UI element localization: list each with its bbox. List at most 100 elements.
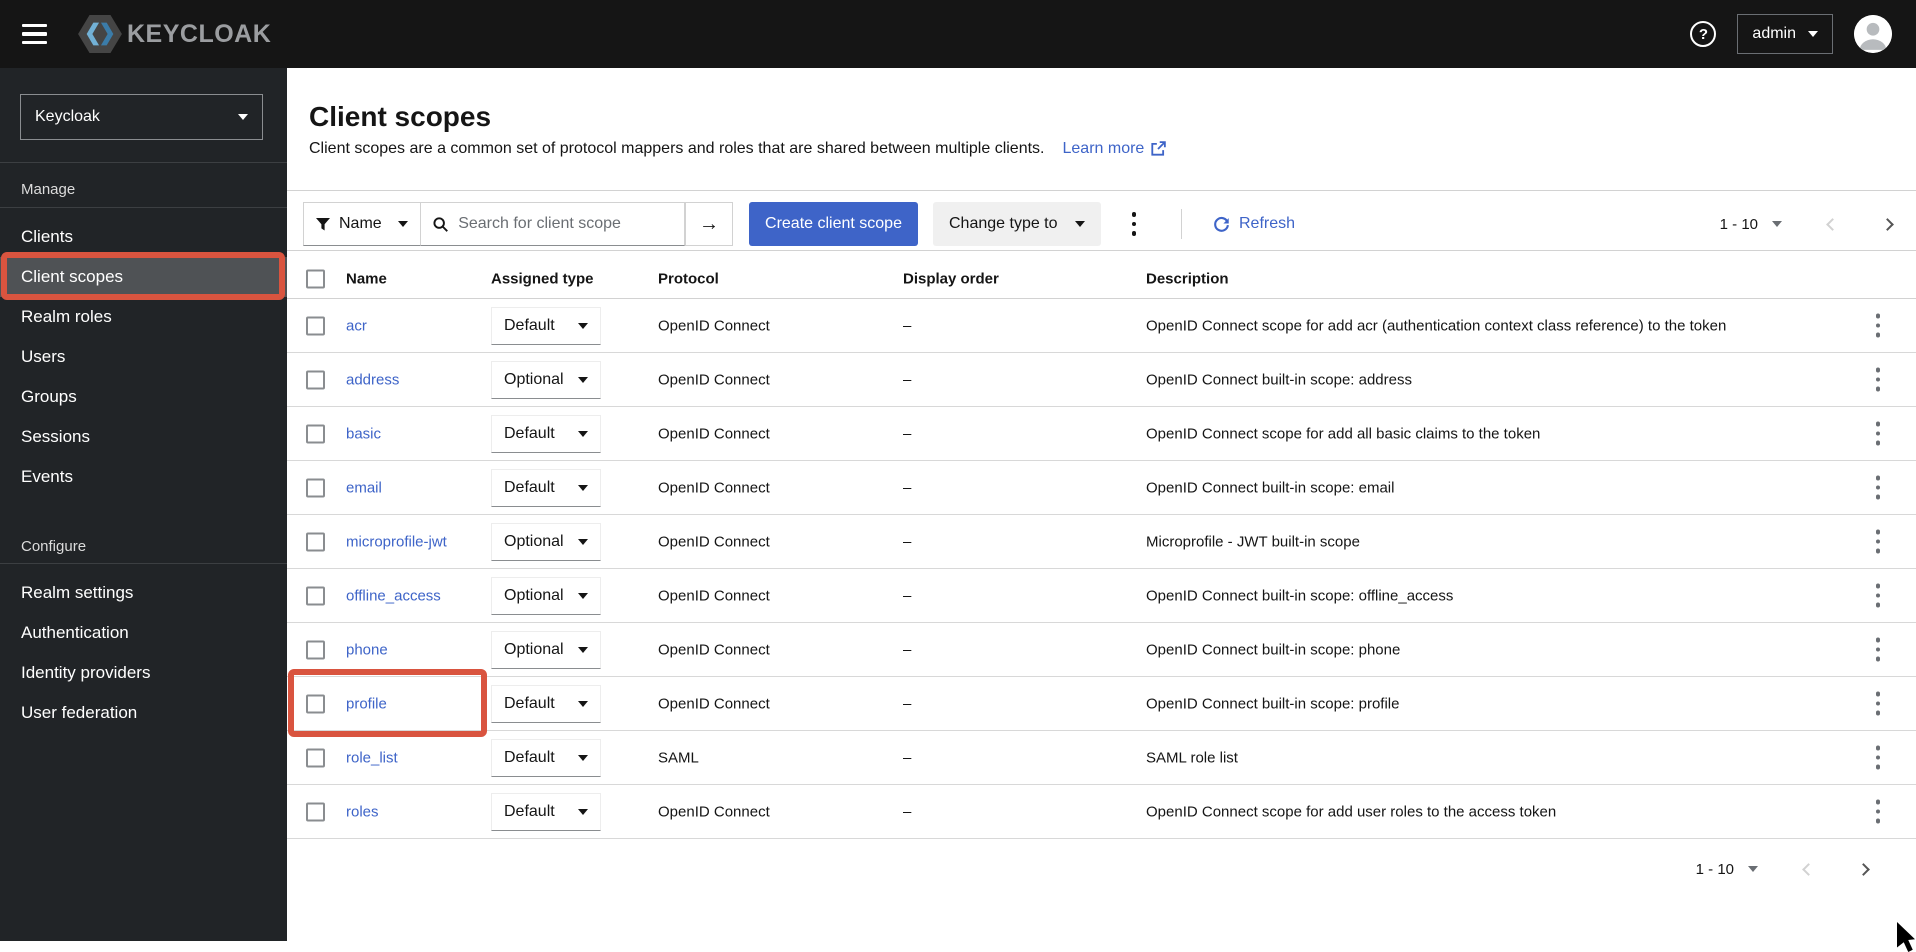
user-menu[interactable]: admin <box>1737 14 1833 54</box>
avatar[interactable] <box>1854 15 1892 53</box>
filter-type-dropdown[interactable]: Name <box>303 202 421 246</box>
assigned-type-dropdown[interactable]: Optional <box>491 576 601 615</box>
sidebar-item-groups[interactable]: Groups <box>0 377 287 417</box>
realm-selector[interactable]: Keycloak <box>20 94 263 140</box>
table-row: basic Default OpenID Connect – OpenID Connec… <box>287 407 1916 461</box>
table-row: roles Default OpenID Connect – OpenID Connec… <box>287 785 1916 839</box>
assigned-type-value: Default <box>504 694 555 712</box>
chevron-down-icon[interactable] <box>1772 221 1782 227</box>
keycloak-logo[interactable]: KEYCLOAK <box>77 14 271 54</box>
display-order-cell: – <box>903 749 912 766</box>
keycloak-logo-icon <box>78 14 122 54</box>
assigned-type-dropdown[interactable]: Default <box>491 792 601 831</box>
row-kebab-menu[interactable] <box>1875 311 1880 340</box>
sidebar-item-users[interactable]: Users <box>0 337 287 377</box>
display-order-cell: – <box>903 317 912 334</box>
nav-list-configure: Realm settings Authentication Identity pro… <box>0 573 287 733</box>
previous-page-icon[interactable] <box>1802 862 1815 876</box>
scope-name-link[interactable]: roles <box>346 803 379 820</box>
sidebar-item-identity-providers[interactable]: Identity providers <box>0 653 287 693</box>
filter-type-label: Name <box>339 215 382 232</box>
scope-name-link[interactable]: email <box>346 479 382 496</box>
description-cell: OpenID Connect built-in scope: offline_a… <box>1146 587 1454 604</box>
description-cell: OpenID Connect scope for add user roles … <box>1146 803 1557 820</box>
sidebar-item-user-federation[interactable]: User federation <box>0 693 287 733</box>
next-page-icon[interactable] <box>1881 217 1894 231</box>
assigned-type-dropdown[interactable]: Optional <box>491 360 601 399</box>
row-checkbox[interactable] <box>306 694 325 713</box>
assigned-type-dropdown[interactable]: Default <box>491 414 601 453</box>
row-checkbox[interactable] <box>306 586 325 605</box>
create-client-scope-button[interactable]: Create client scope <box>749 202 918 246</box>
scope-name-link[interactable]: profile <box>346 695 387 712</box>
row-checkbox[interactable] <box>306 802 325 821</box>
previous-page-icon[interactable] <box>1826 217 1839 231</box>
search-submit-button[interactable]: → <box>685 202 733 246</box>
assigned-type-dropdown[interactable]: Default <box>491 468 601 507</box>
assigned-type-dropdown[interactable]: Optional <box>491 522 601 561</box>
row-kebab-menu[interactable] <box>1875 743 1880 772</box>
row-kebab-menu[interactable] <box>1875 689 1880 718</box>
chevron-down-icon <box>398 221 408 227</box>
table-row: profile Default OpenID Connect – OpenID Conn… <box>287 677 1916 731</box>
row-kebab-menu[interactable] <box>1875 365 1880 394</box>
scope-name-link[interactable]: basic <box>346 425 381 442</box>
table-header: Name Assigned type Protocol Display orde… <box>287 250 1916 299</box>
sidebar-item-realm-roles[interactable]: Realm roles <box>0 297 287 337</box>
sidebar-divider <box>0 207 287 208</box>
row-kebab-menu[interactable] <box>1875 527 1880 556</box>
assigned-type-dropdown[interactable]: Default <box>491 684 601 723</box>
refresh-button[interactable]: Refresh <box>1213 202 1295 246</box>
search-input[interactable] <box>458 215 672 233</box>
sidebar-item-sessions[interactable]: Sessions <box>0 417 287 457</box>
row-checkbox[interactable] <box>306 370 325 389</box>
change-type-dropdown[interactable]: Change type to <box>933 202 1101 246</box>
scope-name-link[interactable]: microprofile-jwt <box>346 533 447 550</box>
row-checkbox[interactable] <box>306 532 325 551</box>
scope-name-link[interactable]: address <box>346 371 399 388</box>
row-kebab-menu[interactable] <box>1875 581 1880 610</box>
next-page-icon[interactable] <box>1857 862 1870 876</box>
row-checkbox[interactable] <box>306 748 325 767</box>
row-checkbox[interactable] <box>306 316 325 335</box>
toolbar-kebab-menu[interactable] <box>1114 202 1154 246</box>
table-body: acr Default OpenID Connect – OpenID Connect … <box>287 299 1916 839</box>
assigned-type-dropdown[interactable]: Optional <box>491 630 601 669</box>
chevron-down-icon[interactable] <box>1748 866 1758 872</box>
nav-toggle-button[interactable] <box>22 23 47 45</box>
scope-name-link[interactable]: role_list <box>346 749 398 766</box>
external-link-icon <box>1151 141 1167 156</box>
scope-name-link[interactable]: acr <box>346 317 367 334</box>
sidebar-item-clients[interactable]: Clients <box>0 217 287 257</box>
pagination-range: 1 - 10 <box>1695 860 1734 878</box>
sidebar-item-events[interactable]: Events <box>0 457 287 497</box>
sidebar-item-authentication[interactable]: Authentication <box>0 613 287 653</box>
assigned-type-dropdown[interactable]: Default <box>491 738 601 777</box>
column-header-protocol: Protocol <box>658 270 719 288</box>
assigned-type-dropdown[interactable]: Default <box>491 306 601 345</box>
help-icon[interactable]: ? <box>1690 21 1717 47</box>
row-kebab-menu[interactable] <box>1875 797 1880 826</box>
masthead: KEYCLOAK ? admin <box>0 0 1916 68</box>
row-checkbox[interactable] <box>306 640 325 659</box>
chevron-down-icon <box>578 646 588 653</box>
row-kebab-menu[interactable] <box>1875 473 1880 502</box>
chevron-down-icon <box>578 592 588 599</box>
chevron-down-icon <box>238 114 248 120</box>
description-cell: OpenID Connect scope for add all basic c… <box>1146 425 1541 442</box>
scope-name-link[interactable]: offline_access <box>346 587 441 604</box>
sidebar-divider <box>0 563 287 564</box>
learn-more-link[interactable]: Learn more <box>1063 140 1167 158</box>
select-all-checkbox[interactable] <box>306 269 325 289</box>
row-kebab-menu[interactable] <box>1875 635 1880 664</box>
sidebar-item-client-scopes[interactable]: Client scopes <box>0 257 287 297</box>
row-checkbox[interactable] <box>306 424 325 443</box>
table-row: role_list Default SAML – SAML role list <box>287 731 1916 785</box>
toolbar-divider <box>1181 209 1182 239</box>
row-checkbox[interactable] <box>306 478 325 497</box>
scope-name-link[interactable]: phone <box>346 641 388 658</box>
nav-section-configure: Configure <box>21 538 87 555</box>
pagination-top: 1 - 10 <box>1720 202 1894 246</box>
row-kebab-menu[interactable] <box>1875 419 1880 448</box>
sidebar-item-realm-settings[interactable]: Realm settings <box>0 573 287 613</box>
